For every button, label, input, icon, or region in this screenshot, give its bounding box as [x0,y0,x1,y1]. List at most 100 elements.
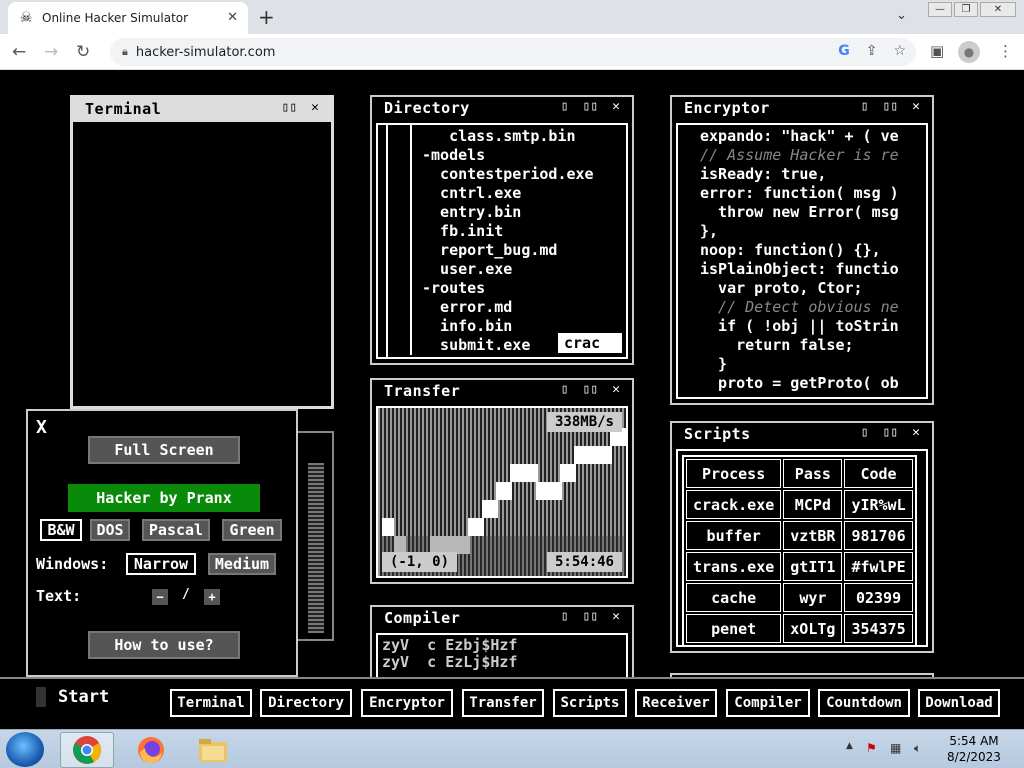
code-line: proto = getProto( ob [700,374,899,392]
table-cell: gtIT1 [783,552,843,581]
directory-entry: cntrl.exe [422,184,522,202]
taskbar-receiver[interactable]: Receiver [635,689,717,717]
url-text: hacker-simulator.com [135,44,276,60]
profile-avatar[interactable]: ● [958,41,980,63]
theme-pascal-button[interactable]: Pascal [142,519,210,541]
tab-close-icon[interactable]: ✕ [227,10,238,25]
transfer-window[interactable]: Transfer ▯ ▯▯ ✕ 338MB/s (-1, 0) 5:54:46 [370,378,634,584]
windows-taskbar: ▲ ⚑ ▦ 🔈︎ 5:54 AM 8/2/2023 [0,729,1024,768]
maximize-icon[interactable]: ▯▯ [883,425,899,440]
bookmark-star-icon[interactable]: ☆ [893,43,906,59]
google-icon[interactable]: G [838,43,850,59]
windows-narrow-button[interactable]: Narrow [126,553,196,575]
text-increase-button[interactable]: + [204,589,220,605]
forward-icon[interactable]: → [44,42,58,62]
taskbar-terminal[interactable]: Terminal [170,689,252,717]
crack-text: crac [564,334,601,352]
menu-kebab-icon[interactable]: ⋮ [998,42,1013,60]
close-icon[interactable]: ✕ [612,382,620,397]
taskbar-download[interactable]: Download [918,689,1000,717]
tree-line [410,125,412,355]
scripts-body: Process Pass Code crack.exe MCPd yIR%wL buf… [676,449,928,647]
minimize-icon[interactable]: ▯ [861,99,869,114]
close-icon[interactable]: ✕ [912,99,920,114]
directory-entry: user.exe [422,260,513,278]
theme-bw-button[interactable]: B&W [40,519,82,541]
close-icon[interactable]: ✕ [612,609,620,624]
explorer-taskbar-icon[interactable] [186,732,240,768]
maximize-icon[interactable]: ▯▯ [583,99,599,114]
tray-chevron-up-icon[interactable]: ▲ [846,741,853,751]
close-icon[interactable]: ✕ [311,100,319,115]
full-screen-button[interactable]: Full Screen [88,436,240,464]
address-bar-row: ← → ↻ 🔒︎ hacker-simulator.com G ⇪ ☆ ▣ ● … [0,34,1024,70]
transfer-coord: (-1, 0) [382,552,458,572]
transfer-time: 5:54:46 [546,552,622,572]
reload-icon[interactable]: ↻ [76,42,90,62]
maximize-icon[interactable]: ▯▯ [883,99,899,114]
skull-icon: ☠ [19,10,33,26]
url-field[interactable]: 🔒︎ hacker-simulator.com G ⇪ ☆ [110,38,916,66]
close-icon[interactable]: ✕ [912,425,920,440]
encryptor-window[interactable]: Encryptor ▯ ▯▯ ✕ expando: "hack" + ( ve /… [670,95,934,405]
terminal-body[interactable] [77,126,327,406]
browser-tab[interactable]: ☠ Online Hacker Simulator ✕ [8,2,248,34]
taskbar-scripts[interactable]: Scripts [553,689,627,717]
firefox-taskbar-icon[interactable] [124,732,178,768]
scripts-window[interactable]: Scripts ▯ ▯▯ ✕ Process Pass Code crack.e… [670,421,934,653]
close-icon[interactable]: ✕ [612,99,620,114]
maximize-icon[interactable]: ▯▯ [583,609,599,624]
taskbar-transfer[interactable]: Transfer [462,689,544,717]
directory-list: class.smtp.bin -models contestperiod.exe … [422,127,594,355]
taskbar-countdown[interactable]: Countdown [818,689,910,717]
directory-window[interactable]: Directory ▯ ▯▯ ✕ class.smtp.bin -models c… [370,95,634,365]
hacker-by-pranx-button[interactable]: Hacker by Pranx [68,484,260,512]
settings-close-button[interactable]: X [36,417,47,438]
start-label: Start [58,687,110,707]
network-icon[interactable]: ▦ [890,741,901,755]
text-decrease-button[interactable]: − [152,589,168,605]
compiler-window[interactable]: Compiler ▯ ▯▯ ✕ zyV c Ezbj$Hzf zyV c EzLj… [370,605,634,677]
compiler-output: zyV c Ezbj$Hzf zyV c EzLj$Hzf [382,637,517,671]
col-header-process: Process [686,459,782,488]
taskbar-directory[interactable]: Directory [260,689,352,717]
code-line: if ( !obj || toStrin [700,317,899,335]
chrome-taskbar-icon[interactable] [60,732,114,768]
system-clock[interactable]: 5:54 AM 8/2/2023 [944,733,1004,765]
close-window-icon[interactable]: ✕ [980,2,1016,17]
new-tab-icon[interactable]: + [258,5,275,29]
windows-start-icon[interactable] [6,732,44,767]
share-icon[interactable]: ⇪ [866,43,878,59]
receiver-window-partial[interactable] [296,431,334,641]
back-icon[interactable]: ← [12,42,26,62]
browser-tab-bar: ☠ Online Hacker Simulator ✕ + ⌄ — ❐ ✕ [0,0,1024,34]
action-center-flag-icon[interactable]: ⚑ [866,741,877,755]
restore-window-icon[interactable]: ❐ [954,2,978,17]
how-to-use-button[interactable]: How to use? [88,631,240,659]
transfer-speed: 338MB/s [546,412,622,432]
minimize-icon[interactable]: ▯ [861,425,869,440]
code-line: var proto, Ctor; [700,279,863,297]
maximize-icon[interactable]: ▯▯ [583,382,599,397]
side-panel-icon[interactable]: ▣ [930,42,944,60]
firefox-icon [138,737,164,763]
table-row: cache wyr 02399 [686,583,913,612]
theme-green-button[interactable]: Green [222,519,282,541]
maximize-icon[interactable]: ▯▯ [282,100,298,115]
volume-mute-icon[interactable]: 🔈︎ [914,741,921,756]
minimize-icon[interactable]: ▯ [561,382,569,397]
table-cell: 354375 [844,614,913,643]
taskbar-compiler[interactable]: Compiler [726,689,810,717]
theme-dos-button[interactable]: DOS [90,519,130,541]
code-line: isPlainObject: functio [700,260,899,278]
minimize-window-icon[interactable]: — [928,2,952,17]
text-label: Text: [36,587,82,605]
lock-icon: 🔒︎ [122,45,128,58]
minimize-icon[interactable]: ▯ [561,99,569,114]
taskbar-encryptor[interactable]: Encryptor [361,689,453,717]
minimize-icon[interactable]: ▯ [561,609,569,624]
windows-medium-button[interactable]: Medium [208,553,276,575]
start-button[interactable]: Start [36,687,109,707]
terminal-window[interactable]: Terminal ▯▯ ✕ [70,95,334,409]
tab-search-chevron-icon[interactable]: ⌄ [896,8,907,23]
